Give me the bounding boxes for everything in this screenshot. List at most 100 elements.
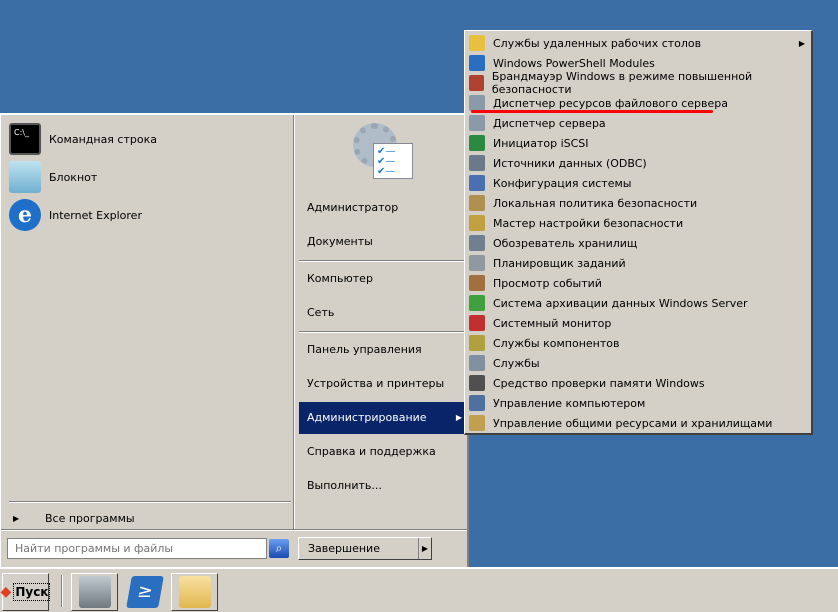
admin-tool-icon (469, 315, 485, 331)
submenu-item[interactable]: Управление компьютером (465, 393, 811, 413)
right-item-network[interactable]: Сеть (299, 297, 466, 329)
pinned-cmd[interactable]: C:\_ Командная строка (9, 122, 289, 156)
submenu-item-label: Средство проверки памяти Windows (493, 376, 705, 390)
admin-tool-icon (469, 135, 485, 151)
pinned-label: Командная строка (49, 132, 157, 146)
shutdown-button-group: Завершение сеанса ▶ (298, 537, 432, 576)
right-item-administrator[interactable]: Администратор (299, 192, 466, 224)
submenu-item[interactable]: Службы (465, 353, 811, 373)
admin-tool-icon (469, 295, 485, 311)
submenu-item[interactable]: Брандмауэр Windows в режиме повышенной б… (465, 70, 811, 96)
submenu-item-label: Система архивации данных Windows Server (493, 296, 748, 310)
admin-tool-icon (469, 75, 484, 91)
right-item-administration[interactable]: Администрирование ▶ (299, 402, 466, 434)
admin-tool-icon (469, 215, 485, 231)
arrow-right-icon: ▶ (13, 513, 20, 523)
submenu-item-label: Локальная политика безопасности (493, 196, 698, 210)
submenu-item-label: Планировщик заданий (493, 256, 626, 270)
admin-tool-icon (469, 275, 485, 291)
separator (9, 501, 291, 503)
start-label: Пуск (13, 583, 51, 601)
taskbar-explorer[interactable] (171, 573, 218, 611)
submenu-item[interactable]: Мастер настройки безопасности (465, 213, 811, 233)
right-item-devices[interactable]: Устройства и принтеры (299, 368, 466, 400)
submenu-item[interactable]: Обозреватель хранилищ (465, 233, 811, 253)
submenu-item[interactable]: Просмотр событий (465, 273, 811, 293)
right-item-computer[interactable]: Компьютер (299, 263, 466, 295)
server-manager-icon (78, 576, 111, 608)
pinned-ie[interactable]: e Internet Explorer (9, 198, 289, 232)
admin-tool-icon (469, 415, 485, 431)
arrow-right-icon: ▶ (798, 38, 805, 48)
submenu-item[interactable]: Службы удаленных рабочих столов ▶ (465, 33, 811, 53)
powershell-icon: ≥ (125, 576, 164, 608)
admin-tool-icon (469, 95, 485, 111)
submenu-item[interactable]: Диспетчер ресурсов файлового сервера (465, 93, 811, 113)
start-button[interactable]: ◆ Пуск (0, 573, 51, 611)
shutdown-button[interactable]: Завершение сеанса (299, 538, 419, 576)
submenu-item-label: Обозреватель хранилищ (493, 236, 638, 250)
admin-tool-icon (469, 35, 485, 51)
search-button[interactable]: ⌕ (269, 539, 289, 558)
submenu-item-label: Службы удаленных рабочих столов (493, 36, 702, 50)
shutdown-options-arrow[interactable]: ▶ (419, 538, 431, 559)
notepad-icon (9, 161, 41, 193)
right-item-control-panel[interactable]: Панель управления (299, 334, 466, 366)
submenu-item[interactable]: Системный монитор (465, 313, 811, 333)
submenu-item[interactable]: Источники данных (ODBC) (465, 153, 811, 173)
submenu-item-label: Windows PowerShell Modules (493, 56, 655, 70)
submenu-item[interactable]: Система архивации данных Windows Server (465, 293, 811, 313)
taskbar-server-manager[interactable] (71, 573, 118, 611)
submenu-item-label: Мастер настройки безопасности (493, 216, 684, 230)
windows-logo-icon: ◆ (0, 584, 12, 600)
submenu-item-label: Службы компонентов (493, 336, 620, 350)
submenu-item-label: Источники данных (ODBC) (493, 156, 647, 170)
admin-tool-icon (469, 375, 485, 391)
folder-icon (178, 576, 211, 608)
admin-tool-icon (469, 335, 485, 351)
arrow-right-icon: ▶ (455, 413, 462, 422)
submenu-item[interactable]: Локальная политика безопасности (465, 193, 811, 213)
separator (299, 260, 465, 262)
right-item-run[interactable]: Выполнить... (299, 470, 466, 502)
submenu-item-label: Диспетчер ресурсов файлового сервера (493, 96, 728, 110)
pinned-notepad[interactable]: Блокнот (9, 160, 289, 194)
submenu-item-label: Диспетчер сервера (493, 116, 606, 130)
submenu-item[interactable]: Планировщик заданий (465, 253, 811, 273)
pinned-label: Блокнот (49, 170, 98, 184)
submenu-item[interactable]: Конфигурация системы (465, 173, 811, 193)
pinned-label: Internet Explorer (49, 208, 142, 222)
admin-tool-icon (469, 155, 485, 171)
taskbar-separator (61, 575, 63, 607)
cmd-icon: C:\_ (9, 123, 41, 155)
submenu-item[interactable]: Средство проверки памяти Windows (465, 373, 811, 393)
admin-tool-icon (469, 235, 485, 251)
submenu-item[interactable]: Инициатор iSCSI (465, 133, 811, 153)
admin-tool-icon (469, 195, 485, 211)
submenu-item-label: Службы (493, 356, 540, 370)
all-programs-label: Все программы (45, 511, 135, 525)
submenu-item-label: Системный монитор (493, 316, 612, 330)
search-icon: ⌕ (275, 541, 283, 555)
right-item-help[interactable]: Справка и поддержка (299, 436, 466, 468)
submenu-item[interactable]: Управление общими ресурсами и хранилищам… (465, 413, 811, 433)
admin-tool-icon (469, 395, 485, 411)
submenu-item[interactable]: Службы компонентов (465, 333, 811, 353)
submenu-item-label: Управление общими ресурсами и хранилищам… (493, 416, 773, 430)
separator (1, 529, 467, 531)
submenu-item[interactable]: Диспетчер сервера (465, 113, 811, 133)
admin-tool-icon (469, 355, 485, 371)
separator (299, 331, 465, 333)
admin-tools-icon: ✔— ✔— ✔— (353, 119, 413, 183)
right-item-documents[interactable]: Документы (299, 226, 466, 258)
search-input[interactable] (7, 538, 267, 559)
taskbar: ◆ Пуск ≥ (0, 567, 838, 612)
submenu-item-label: Просмотр событий (493, 276, 602, 290)
submenu-item-label: Инициатор iSCSI (493, 136, 589, 150)
all-programs-button[interactable]: ▶ Все программы (13, 509, 283, 527)
taskbar-powershell[interactable]: ≥ (121, 573, 168, 611)
admin-tool-icon (469, 55, 485, 71)
ie-icon: e (9, 199, 41, 231)
admin-tool-icon (469, 115, 485, 131)
submenu-item-label: Конфигурация системы (493, 176, 632, 190)
